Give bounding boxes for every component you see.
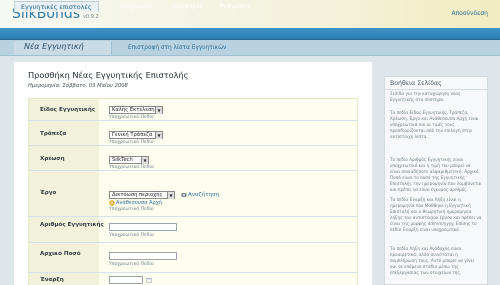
- chevron-down-icon: ▼: [155, 107, 162, 114]
- bank-select[interactable]: Γενική Τράπεζα ▼: [109, 131, 163, 139]
- charge-hint: Υποχρεωτικό Πεδίο: [109, 165, 154, 170]
- nav-item-label: Πληρωμές: [120, 2, 154, 10]
- type-label: Είδος Εγγυητικής: [40, 107, 96, 113]
- number-hint: Υποχρεωτικό Πεδίο: [109, 233, 154, 238]
- chevron-down-icon: ▼: [141, 157, 148, 164]
- chevron-down-icon: ▼: [167, 192, 174, 199]
- help-title: Βοήθεια Σελίδας: [390, 80, 442, 87]
- guarantee-form: Είδος Εγγυητικής Καλής Εκτέλεσης ▼ Υποχρ…: [28, 98, 358, 285]
- project-select[interactable]: Δικτύωση περιοχής ▼: [109, 191, 175, 199]
- start-label: Έναρξη: [40, 277, 64, 283]
- charge-select[interactable]: SilkTech ▼: [109, 156, 149, 164]
- help-paragraph: Τα πεδία Λήξη και Ανάδοχος είναι προαιρε…: [390, 246, 475, 276]
- help-paragraph: Τα πεδία Είδος Εγγυητικής, Τράπεζα, Χρέω…: [390, 110, 479, 140]
- number-label: Αριθμός Εγγυητικής: [40, 222, 104, 228]
- form-row-number: Αριθμός Εγγυητικής Υποχρεωτικό Πεδίο: [29, 217, 357, 243]
- type-hint: Υποχρεωτικό Πεδίο: [109, 115, 154, 120]
- bank-label: Τράπεζα: [40, 131, 67, 137]
- bank-select-value: Γενική Τράπεζα: [112, 132, 153, 138]
- start-date-input[interactable]: [109, 276, 143, 284]
- initial-amount-input[interactable]: [109, 252, 177, 260]
- nav-item-settings[interactable]: Ρυθμίσεις: [214, 1, 257, 12]
- project-search-link[interactable]: Αναζήτηση: [188, 192, 219, 198]
- calendar-icon[interactable]: [146, 277, 152, 283]
- form-row-amount: Αρχικό Ποσό Υποχρεωτικό Πεδίο: [29, 243, 357, 273]
- nav-item-payments[interactable]: Πληρωμές: [114, 1, 159, 12]
- row-label-cell: [29, 217, 99, 242]
- form-row-charge: Χρέωση SilkTech ▼ Υποχρεωτικό Πεδίο: [29, 146, 357, 171]
- app-version: v0.9.2: [83, 14, 99, 20]
- add-icon[interactable]: [109, 200, 115, 206]
- help-paragraph: Σελίδα για την καταχώρηση νέας Εγγυητική…: [390, 91, 461, 103]
- amount-label: Αρχικό Ποσό: [40, 251, 81, 257]
- form-row-type: Είδος Εγγυητικής Καλής Εκτέλεσης ▼ Υποχρ…: [29, 99, 357, 121]
- page-gutter: [488, 56, 500, 285]
- nav-item-guarantees[interactable]: Εγγυητικές επιστολές: [14, 1, 99, 12]
- page-title: Προσθήκη Νέας Εγγυητικής Επιστολής: [28, 70, 189, 80]
- nav-item-label: Εγγυητικές επιστολές: [21, 3, 92, 11]
- help-paragraph: Το πεδίο Αριθμός Εγγυητικής είναι υποχρε…: [390, 157, 482, 193]
- amount-hint: Υποχρεωτικό Πεδίο: [109, 262, 154, 267]
- nav-item-label: Αναφορές: [172, 2, 204, 10]
- type-select-value: Καλής Εκτέλεσης: [112, 107, 158, 113]
- project-select-value: Δικτύωση περιοχής: [112, 192, 163, 198]
- main-nav: [0, 28, 500, 40]
- add-contracting-authority-link[interactable]: Ανάθεσουσα Αρχή: [116, 200, 162, 206]
- project-label: Έργο: [40, 190, 57, 196]
- bank-hint: Υποχρεωτικό Πεδίο: [109, 140, 154, 145]
- type-select[interactable]: Καλής Εκτέλεσης ▼: [109, 106, 163, 114]
- back-to-list-link[interactable]: Επιστροφή στη λίστα Εγγυητικών: [128, 45, 226, 51]
- guarantee-number-input[interactable]: [109, 223, 177, 231]
- charge-select-value: SilkTech: [112, 157, 133, 163]
- logout-link[interactable]: Αποσύνδεση: [451, 10, 488, 17]
- search-icon[interactable]: [181, 192, 187, 198]
- nav-item-reports[interactable]: Αναφορές: [166, 1, 210, 12]
- charge-label: Χρέωση: [40, 156, 65, 162]
- date-line: Ημερομηνία: Σάββατο, 03 Μαΐου 2008: [28, 83, 128, 89]
- row-label-cell: [29, 243, 99, 272]
- chevron-down-icon: ▼: [155, 132, 162, 139]
- help-paragraph: Τα πεδία Έναρξη και Λήξη είναι η ημερομη…: [390, 197, 482, 233]
- form-row-bank: Τράπεζα Γενική Τράπεζα ▼ Υποχρεωτικό Πεδ…: [29, 121, 357, 146]
- nav-item-label: Ρυθμίσεις: [220, 2, 252, 10]
- form-row-start: Έναρξη: [29, 273, 357, 285]
- help-divider: [384, 89, 488, 90]
- subnav-title: Νέα Εγγυητική: [24, 42, 84, 51]
- project-hint: Υποχρεωτικό Πεδίο: [109, 207, 154, 212]
- form-row-project: Έργο Δικτύωση περιοχής ▼ Αναζήτηση Ανάθε…: [29, 171, 357, 217]
